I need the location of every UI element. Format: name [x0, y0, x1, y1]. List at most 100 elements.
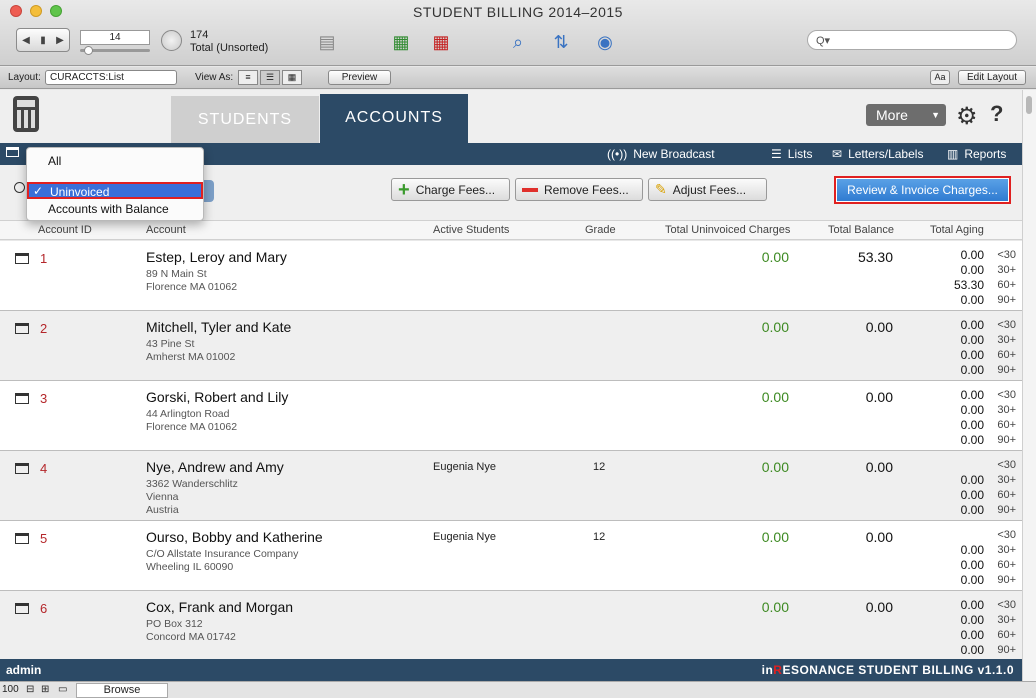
account-id[interactable]: 1	[40, 251, 47, 266]
table-row[interactable]: 3 Gorski, Robert and Lily 44 Arlington Roa…	[0, 381, 1022, 451]
account-id[interactable]: 3	[40, 391, 47, 406]
more-button[interactable]: More ▼	[866, 104, 946, 126]
record-slider-knob[interactable]	[84, 46, 93, 55]
reports-link[interactable]: ▥ Reports	[947, 147, 1006, 161]
layout-bar: Layout: CURACCTS:List View As: ≡ ☰ ▦ Pre…	[0, 67, 1036, 89]
zoom-in-icon[interactable]: ⊞	[41, 684, 49, 695]
aging-bucket-label: 90+	[997, 574, 1016, 586]
footer-bar: admin inRESONANCE STUDENT BILLING v1.1.0	[0, 659, 1022, 681]
calculator-icon[interactable]	[13, 96, 39, 132]
tab-accounts[interactable]: ACCOUNTS	[320, 94, 468, 143]
account-address-line: C/O Allstate Insurance Company	[146, 548, 299, 560]
mode-indicator[interactable]: Browse	[76, 683, 168, 698]
table-row[interactable]: 6 Cox, Frank and Morgan PO Box 312 Concord …	[0, 591, 1022, 659]
col-total-balance[interactable]: Total Balance	[828, 224, 894, 236]
window-title: STUDENT BILLING 2014–2015	[413, 4, 623, 20]
prev-record-icon[interactable]: ◀	[22, 35, 30, 46]
sort-icon[interactable]: ⇅	[548, 30, 574, 54]
dropdown-item-accounts-with-balance[interactable]: Accounts with Balance	[27, 201, 203, 218]
delete-record-icon[interactable]: ▦	[428, 30, 454, 54]
open-record-icon[interactable]	[15, 323, 29, 334]
table-row[interactable]: 1 Estep, Leroy and Mary 89 N Main St Floren…	[0, 241, 1022, 311]
book-icon: ▮	[40, 34, 46, 46]
filter-radio-icon[interactable]	[14, 182, 25, 193]
more-label: More	[876, 107, 908, 123]
search-input[interactable]: Q▾	[807, 30, 1017, 50]
col-total-aging[interactable]: Total Aging	[930, 224, 984, 236]
remove-fees-button[interactable]: Remove Fees...	[515, 178, 643, 201]
account-name[interactable]: Gorski, Robert and Lily	[146, 389, 288, 405]
open-record-icon[interactable]	[15, 393, 29, 404]
aging-bucket-label: <30	[997, 459, 1016, 471]
pencil-icon: ✎	[655, 181, 667, 197]
col-active-students[interactable]: Active Students	[433, 224, 509, 236]
col-total-uninvoiced[interactable]: Total Uninvoiced Charges	[665, 224, 790, 236]
minus-icon	[522, 187, 538, 192]
account-id[interactable]: 6	[40, 601, 47, 616]
record-number-field[interactable]: 14	[80, 30, 150, 45]
preview-button[interactable]: Preview	[328, 70, 391, 85]
dropdown-item-all[interactable]: All	[27, 153, 203, 170]
open-record-icon[interactable]	[15, 253, 29, 264]
account-name[interactable]: Mitchell, Tyler and Kate	[146, 319, 291, 335]
account-name[interactable]: Nye, Andrew and Amy	[146, 459, 284, 475]
open-record-icon[interactable]	[15, 533, 29, 544]
aging-value: 0.00	[960, 503, 984, 517]
show-all-records-icon[interactable]: ▤	[314, 30, 340, 54]
col-account[interactable]: Account	[146, 224, 186, 236]
charge-fees-button[interactable]: + Charge Fees...	[391, 178, 510, 201]
tab-students[interactable]: STUDENTS	[171, 96, 319, 143]
table-row[interactable]: 4 Nye, Andrew and Amy 3362 Wanderschlitz Vi…	[0, 451, 1022, 521]
zoom-level[interactable]: 100	[2, 684, 19, 695]
help-icon[interactable]: ?	[990, 101, 1003, 127]
zoom-out-icon[interactable]: ⊟	[26, 684, 34, 695]
record-navigator[interactable]: ◀ ▮ ▶	[16, 28, 70, 52]
find-icon[interactable]: ⌕	[505, 30, 531, 54]
dropdown-item-uninvoiced[interactable]: ✓ Uninvoiced	[27, 182, 203, 199]
new-record-icon[interactable]: ▦	[388, 30, 414, 54]
aging-bucket-label: <30	[997, 529, 1016, 541]
col-grade[interactable]: Grade	[585, 224, 616, 236]
col-account-id[interactable]: Account ID	[38, 224, 92, 236]
aging-bucket-label: 60+	[997, 349, 1016, 361]
aging-value: 0.00	[960, 598, 984, 612]
table-row[interactable]: 5 Ourso, Bobby and Katherine C/O Allstate …	[0, 521, 1022, 591]
lists-link[interactable]: ☰ Lists	[771, 147, 812, 161]
share-icon[interactable]: ◉	[592, 30, 618, 54]
list-view-icon[interactable]: ☰	[260, 70, 280, 85]
bar-chart-icon: ▥	[947, 147, 959, 161]
new-window-icon[interactable]	[6, 147, 19, 157]
table-view-icon[interactable]: ▦	[282, 70, 302, 85]
account-name[interactable]: Estep, Leroy and Mary	[146, 249, 287, 265]
toggle-status-icon[interactable]: ▭	[58, 684, 67, 695]
total-balance: 53.30	[857, 249, 893, 265]
text-format-button[interactable]: Aa	[930, 70, 950, 85]
account-id[interactable]: 4	[40, 461, 47, 476]
gear-icon[interactable]: ⚙	[956, 102, 978, 131]
open-record-icon[interactable]	[15, 463, 29, 474]
new-broadcast-link[interactable]: ((•)) New Broadcast	[607, 147, 715, 161]
review-invoice-button[interactable]: Review & Invoice Charges...	[834, 176, 1011, 204]
current-user: admin	[6, 663, 42, 677]
layout-select[interactable]: CURACCTS:List	[45, 70, 177, 85]
account-name[interactable]: Ourso, Bobby and Katherine	[146, 529, 323, 545]
scrollbar-thumb[interactable]	[1026, 96, 1032, 114]
account-id[interactable]: 5	[40, 531, 47, 546]
aging-bucket-label: 60+	[997, 279, 1016, 291]
aging-bucket-label: <30	[997, 319, 1016, 331]
adjust-fees-button[interactable]: ✎ Adjust Fees...	[648, 178, 767, 201]
edit-layout-button[interactable]: Edit Layout	[958, 70, 1026, 85]
form-view-icon[interactable]: ≡	[238, 70, 258, 85]
account-name[interactable]: Cox, Frank and Morgan	[146, 599, 293, 615]
aging-value: 0.00	[960, 318, 984, 332]
aging-value: 53.30	[953, 278, 984, 292]
vertical-scrollbar[interactable]	[1022, 90, 1036, 681]
account-id[interactable]: 2	[40, 321, 47, 336]
table-row[interactable]: 2 Mitchell, Tyler and Kate 43 Pine St Amher…	[0, 311, 1022, 381]
letters-labels-link[interactable]: ✉ Letters/Labels	[832, 147, 923, 161]
next-record-icon[interactable]: ▶	[56, 35, 64, 46]
aging-bucket-label: 30+	[997, 334, 1016, 346]
aging-bucket-label: <30	[997, 389, 1016, 401]
active-student: Eugenia Nye	[433, 531, 496, 543]
open-record-icon[interactable]	[15, 603, 29, 614]
